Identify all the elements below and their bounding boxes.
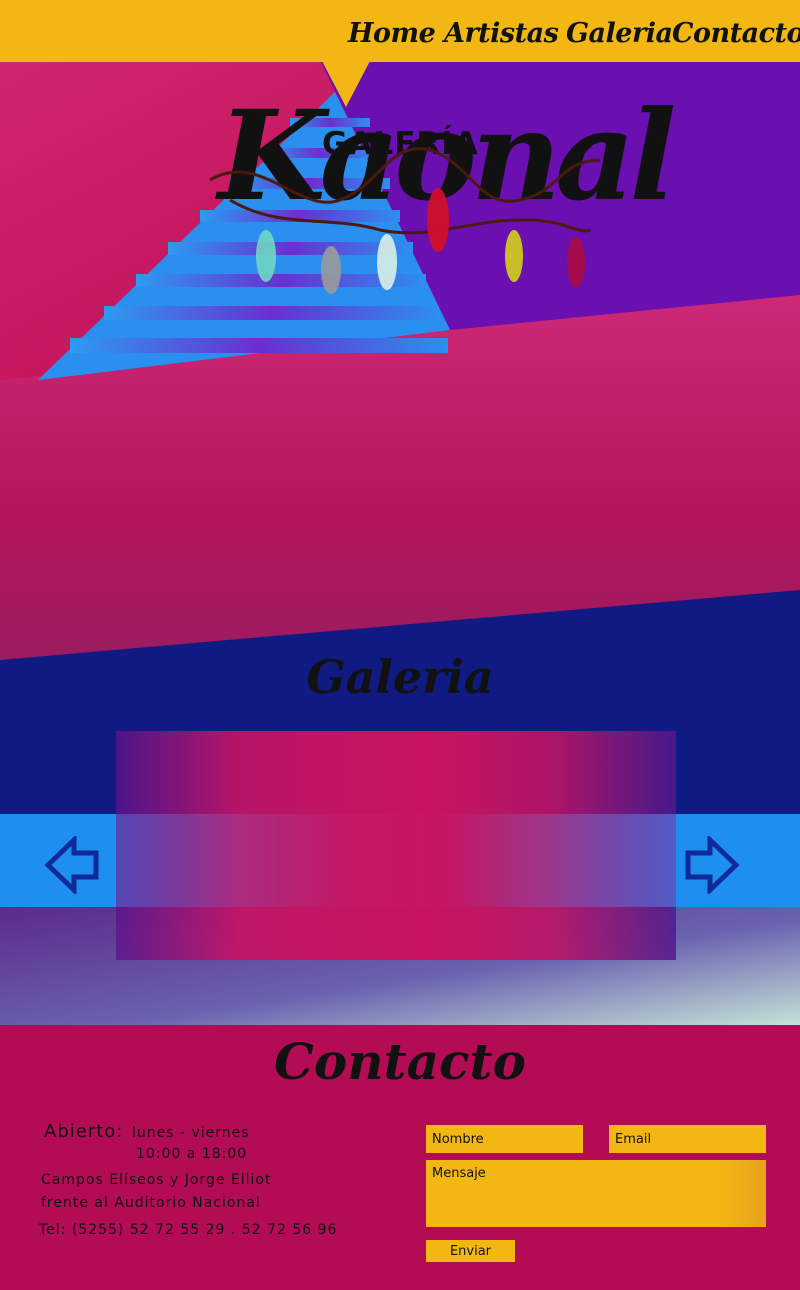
message-field[interactable]	[426, 1160, 766, 1227]
open-time: 10:00 a 18:00	[136, 1146, 248, 1162]
address-line-2: frente al Auditorio Nacional	[41, 1195, 261, 1211]
nav-galeria-link[interactable]: Galeria	[566, 18, 673, 49]
arrow-left-icon	[44, 834, 99, 896]
phone-number: Tel: (5255) 52 72 55 29 . 52 72 56 96	[39, 1222, 338, 1238]
hours-label: Abierto:	[44, 1121, 124, 1142]
nav-contacto-link[interactable]: Contacto	[672, 18, 800, 49]
name-field[interactable]	[426, 1125, 583, 1153]
send-button[interactable]: Enviar	[426, 1240, 515, 1262]
gallery-next-button[interactable]	[684, 834, 740, 896]
gallery-prev-button[interactable]	[44, 834, 100, 896]
arrow-right-icon	[685, 834, 740, 896]
address-line-1: Campos Elíseos y Jorge Elliot	[41, 1172, 272, 1188]
nav-notch	[322, 61, 370, 107]
contact-title: Contacto	[274, 1032, 526, 1091]
gallery-title: Galeria	[306, 650, 494, 704]
nav-home-link[interactable]: Home	[348, 18, 436, 49]
gallery-overlay-band	[116, 814, 676, 907]
email-field[interactable]	[609, 1125, 766, 1153]
open-days: lunes - viernes	[132, 1125, 250, 1141]
nav-artistas-link[interactable]: Artistas	[444, 18, 559, 49]
